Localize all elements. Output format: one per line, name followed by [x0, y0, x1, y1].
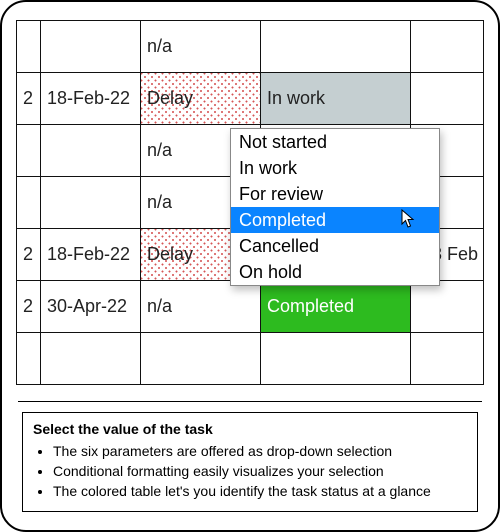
- cell[interactable]: [411, 281, 484, 333]
- dropdown-option[interactable]: Not started: [231, 129, 439, 155]
- cell[interactable]: 2: [17, 281, 41, 333]
- table-row: [17, 333, 484, 385]
- info-bullet: Conditional formatting easily visualizes…: [53, 463, 467, 479]
- divider: [18, 401, 482, 402]
- cell[interactable]: [17, 21, 41, 73]
- cell[interactable]: [17, 333, 41, 385]
- table-row: 2 18-Feb-22 Delay In work: [17, 73, 484, 125]
- cell[interactable]: [411, 333, 484, 385]
- dropdown-option[interactable]: In work: [231, 155, 439, 181]
- status-dropdown-cell[interactable]: In work: [261, 73, 411, 125]
- dropdown-option[interactable]: For review: [231, 181, 439, 207]
- table-row: 2 30-Apr-22 n/a Completed: [17, 281, 484, 333]
- dropdown-option-hovered[interactable]: Completed: [231, 207, 439, 233]
- cell[interactable]: [411, 21, 484, 73]
- cell[interactable]: [411, 73, 484, 125]
- cell[interactable]: 18-Feb-22: [41, 229, 141, 281]
- cell[interactable]: 2: [17, 73, 41, 125]
- card: n/a 2 18-Feb-22 Delay In work: [0, 0, 500, 532]
- dropdown-option[interactable]: On hold: [231, 259, 439, 285]
- status-dropdown[interactable]: Not started In work For review Completed…: [230, 128, 440, 286]
- spreadsheet: n/a 2 18-Feb-22 Delay In work: [16, 20, 484, 385]
- cell[interactable]: 30-Apr-22: [41, 281, 141, 333]
- cell-value: In work: [267, 88, 325, 108]
- cell[interactable]: [41, 125, 141, 177]
- info-title: Select the value of the task: [33, 421, 467, 437]
- info-bullet: The colored table let's you identify the…: [53, 483, 467, 499]
- cell[interactable]: [261, 21, 411, 73]
- cell[interactable]: n/a: [141, 281, 261, 333]
- cell[interactable]: 18-Feb-22: [41, 73, 141, 125]
- cell[interactable]: [41, 177, 141, 229]
- cell[interactable]: [261, 333, 411, 385]
- cursor-icon: [401, 209, 415, 235]
- cell[interactable]: [17, 125, 41, 177]
- cell[interactable]: n/a: [141, 21, 261, 73]
- info-list: The six parameters are offered as drop-d…: [33, 443, 467, 499]
- table-row: n/a: [17, 21, 484, 73]
- cell[interactable]: 2: [17, 229, 41, 281]
- info-bullet: The six parameters are offered as drop-d…: [53, 443, 467, 459]
- cell[interactable]: [41, 21, 141, 73]
- info-box: Select the value of the task The six par…: [22, 412, 478, 512]
- cell-completed[interactable]: Completed: [261, 281, 411, 333]
- dropdown-option[interactable]: Cancelled: [231, 233, 439, 259]
- cell-delay[interactable]: Delay: [141, 73, 261, 125]
- dropdown-option-label: Completed: [239, 210, 326, 230]
- cell[interactable]: [41, 333, 141, 385]
- cell[interactable]: [17, 177, 41, 229]
- cell[interactable]: [141, 333, 261, 385]
